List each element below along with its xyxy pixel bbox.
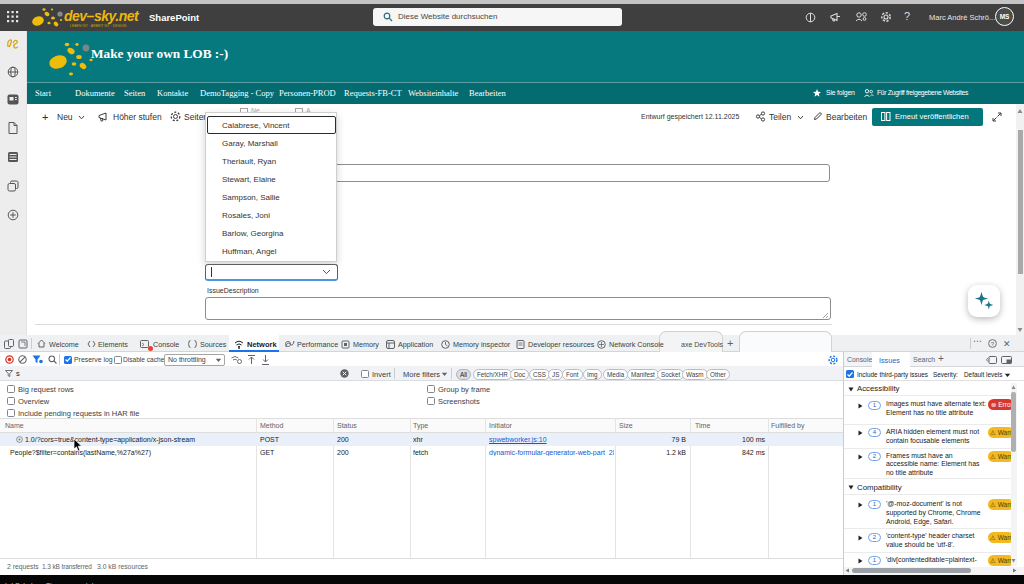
svg-text:?: ? bbox=[991, 341, 995, 347]
